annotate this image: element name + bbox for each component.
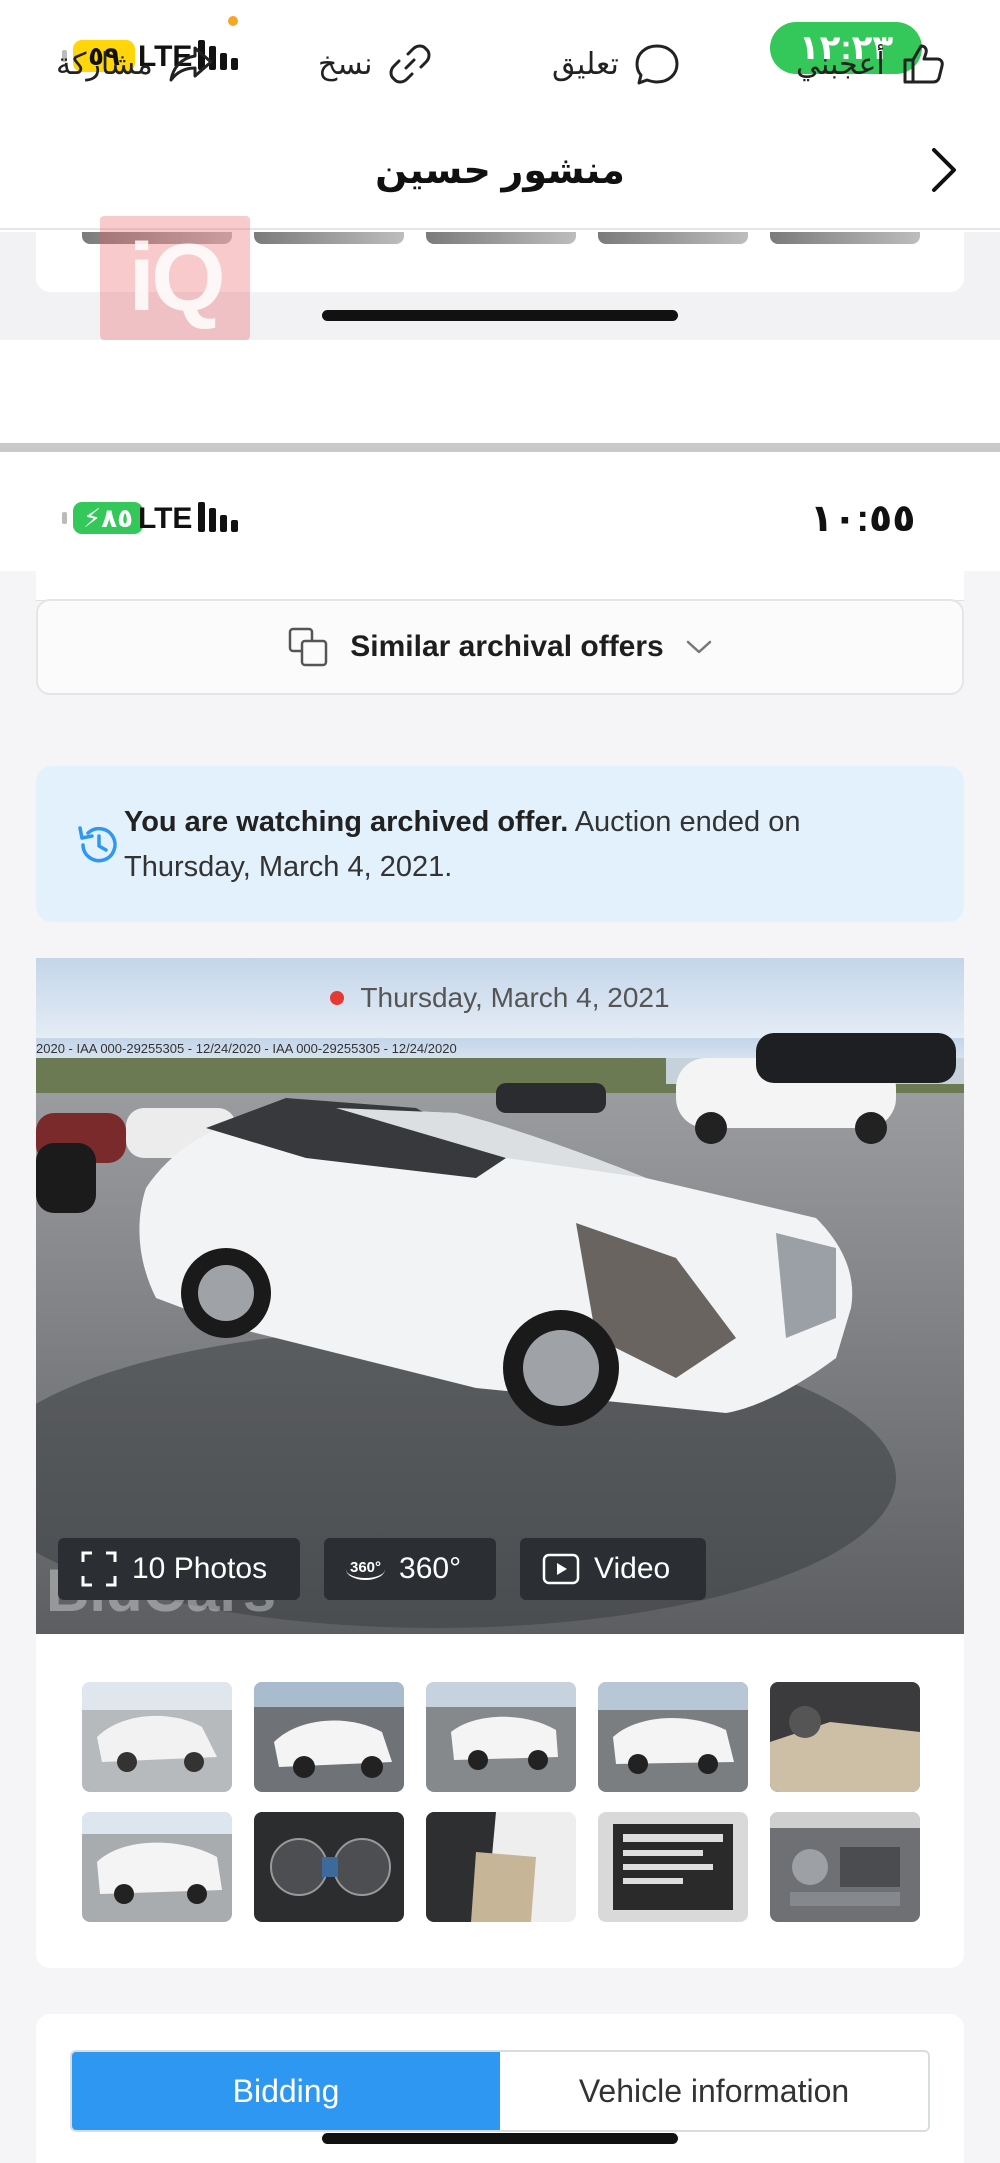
battery-nub bbox=[62, 512, 67, 524]
share-label: مشاركة bbox=[56, 47, 153, 81]
card-edge bbox=[36, 571, 964, 601]
video-label: Video bbox=[594, 1552, 671, 1585]
spin-360-label: 360° bbox=[399, 1552, 462, 1585]
thumbnail-image bbox=[770, 1682, 920, 1792]
home-indicator bbox=[322, 2133, 678, 2144]
privacy-indicator-dot bbox=[228, 16, 238, 26]
auction-date-badge: Thursday, March 4, 2021 bbox=[36, 958, 964, 1038]
play-video-icon bbox=[542, 1553, 580, 1585]
signal-icon bbox=[198, 502, 238, 532]
notice-bold: You are watching archived offer. bbox=[124, 806, 569, 838]
copy-link-button[interactable]: نسخ bbox=[318, 40, 434, 88]
thumbnail-image bbox=[254, 1812, 404, 1922]
auction-date: Thursday, March 4, 2021 bbox=[360, 982, 670, 1013]
thumbnail-image bbox=[82, 1682, 232, 1792]
photos-label: 10 Photos bbox=[132, 1552, 268, 1585]
cropped-thumbnail bbox=[598, 232, 748, 244]
vehicle-thumbnail-1[interactable] bbox=[82, 1682, 232, 1792]
battery-indicator-app: ⚡ ٨٥ bbox=[62, 502, 144, 534]
vehicle-thumbnail-3[interactable] bbox=[426, 1682, 576, 1792]
comment-button[interactable]: تعليق bbox=[552, 40, 681, 88]
photo-overlay-text: 2020 - IAA 000-29255305 - 12/24/2020 - I… bbox=[36, 1041, 457, 1056]
speech-bubble-icon bbox=[635, 44, 679, 85]
cropped-thumbnail bbox=[770, 232, 920, 244]
vehicle-photo-image: 2020 - IAA 000-29255305 - 12/24/2020 - I… bbox=[36, 958, 964, 1634]
share-button[interactable]: مشاركة bbox=[56, 40, 215, 88]
tab-bidding[interactable]: Bidding bbox=[72, 2052, 500, 2130]
comment-label: تعليق bbox=[552, 47, 619, 81]
share-arrow-icon bbox=[169, 46, 213, 82]
like-label: أعجبني bbox=[796, 47, 885, 81]
spin-360-button[interactable]: 360° 360° bbox=[324, 1538, 496, 1600]
copy-stack-icon bbox=[289, 627, 328, 667]
vehicle-thumbnail-7[interactable] bbox=[254, 1812, 404, 1922]
home-indicator-upper bbox=[322, 310, 678, 321]
similar-offers-toggle[interactable]: Similar archival offers bbox=[36, 599, 964, 695]
vehicle-thumbnail-6[interactable] bbox=[82, 1812, 232, 1922]
chevron-right-icon[interactable] bbox=[930, 146, 958, 194]
post-header: منشور حسين bbox=[0, 110, 1000, 230]
status-dot bbox=[330, 991, 345, 1005]
chevron-down-icon bbox=[686, 640, 711, 654]
network-type: LTE bbox=[138, 502, 193, 535]
thumbnail-image bbox=[82, 1812, 232, 1922]
vehicle-thumbnail-10[interactable] bbox=[770, 1812, 920, 1922]
like-button[interactable]: أعجبني bbox=[796, 40, 947, 88]
spin-360-icon: 360° bbox=[346, 1559, 386, 1580]
post-actions-bar bbox=[0, 340, 1000, 452]
vehicle-thumbnail-2[interactable] bbox=[254, 1682, 404, 1792]
battery-level-charging: ⚡ ٨٥ bbox=[73, 502, 144, 534]
vehicle-thumbnail-9[interactable] bbox=[598, 1812, 748, 1922]
thumbnail-image bbox=[426, 1812, 576, 1922]
thumbnail-image bbox=[598, 1682, 748, 1792]
tab-vehicle-information[interactable]: Vehicle information bbox=[500, 2052, 928, 2130]
main-vehicle-photo[interactable]: 2020 - IAA 000-29255305 - 12/24/2020 - I… bbox=[36, 958, 964, 1634]
thumbnail-image bbox=[770, 1812, 920, 1922]
battery-percent: ٨٥ bbox=[101, 502, 134, 533]
similar-offers-label: Similar archival offers bbox=[350, 630, 664, 663]
vehicle-thumbnail-4[interactable] bbox=[598, 1682, 748, 1792]
post-title: منشور حسين bbox=[375, 150, 625, 192]
video-button[interactable]: Video bbox=[520, 1538, 706, 1600]
link-icon bbox=[389, 44, 431, 84]
thumbnail-image bbox=[426, 1682, 576, 1792]
vehicle-thumbnail-5[interactable] bbox=[770, 1682, 920, 1792]
charging-bolt-icon: ⚡ bbox=[83, 502, 102, 533]
clock: ١٠:٥٥ bbox=[810, 498, 916, 540]
thumbs-up-icon bbox=[903, 44, 944, 84]
history-icon bbox=[78, 826, 117, 863]
fullscreen-icon bbox=[81, 1551, 117, 1587]
notice-message: You are watching archived offer. Auction… bbox=[124, 800, 824, 890]
vehicle-thumbnail-8[interactable] bbox=[426, 1812, 576, 1922]
thumbnail-image bbox=[254, 1682, 404, 1792]
iq-watermark-logo: iQ bbox=[100, 216, 250, 340]
photos-button[interactable]: 10 Photos bbox=[58, 1538, 300, 1600]
details-tabs: Bidding Vehicle information bbox=[70, 2050, 930, 2132]
cropped-thumbnail bbox=[254, 232, 404, 244]
cropped-thumbnail bbox=[426, 232, 576, 244]
copy-link-label: نسخ bbox=[318, 47, 373, 81]
thumbnail-image bbox=[598, 1812, 748, 1922]
